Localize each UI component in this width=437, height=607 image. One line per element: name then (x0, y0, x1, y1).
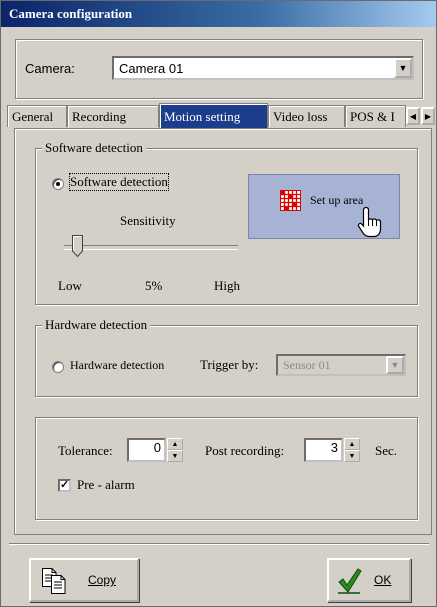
tab-scroll-right-icon[interactable]: ▶ (421, 107, 435, 125)
sensitivity-slider-track[interactable] (64, 245, 238, 250)
ok-button-label: OK (374, 573, 392, 587)
sensitivity-percent: 5% (145, 278, 163, 293)
camera-config-window: Camera configuration Camera: Camera 01 ▼… (0, 0, 437, 607)
tab-scroll-left-icon[interactable]: ◀ (406, 107, 420, 125)
software-detection-label[interactable]: Software detection (69, 173, 169, 191)
seconds-label: Sec. (375, 443, 398, 458)
copy-button-label: Copy (88, 573, 117, 587)
window-title: Camera configuration (1, 1, 436, 27)
checkmark-icon (338, 568, 362, 594)
hand-cursor-icon (357, 206, 382, 238)
pre-alarm-checkbox[interactable]: ✓ (58, 479, 71, 492)
tolerance-spinner[interactable]: ▲ ▼ (167, 438, 183, 462)
trigger-by-label: Trigger by: (200, 357, 259, 372)
post-recording-input[interactable]: 3 (304, 438, 343, 462)
recording-options-group (35, 417, 418, 520)
tab-pos-label: POS & I (350, 109, 395, 124)
set-up-area-button[interactable]: Set up area (248, 174, 400, 239)
copy-button[interactable]: Copy (29, 558, 139, 602)
spin-up-icon[interactable]: ▲ (167, 438, 183, 450)
grid-icon (280, 190, 301, 211)
tolerance-label: Tolerance: (58, 443, 113, 458)
hardware-detection-legend: Hardware detection (42, 317, 151, 333)
chevron-down-icon[interactable]: ▼ (394, 58, 412, 78)
spin-up-icon[interactable]: ▲ (344, 438, 360, 450)
tab-recording[interactable]: Recording (67, 105, 159, 127)
sensitivity-slider-thumb[interactable] (72, 235, 84, 257)
post-recording-spinner[interactable]: ▲ ▼ (344, 438, 360, 462)
button-divider (9, 543, 429, 545)
camera-select-value: Camera 01 (119, 61, 184, 76)
post-recording-label: Post recording: (205, 443, 285, 458)
chevron-down-icon[interactable]: ▼ (386, 356, 404, 374)
tab-general[interactable]: General (7, 105, 67, 127)
trigger-select[interactable]: Sensor 01 ▼ (276, 354, 406, 376)
sensitivity-label: Sensitivity (120, 213, 176, 228)
software-detection-legend: Software detection (42, 140, 146, 156)
tab-video-loss-label: Video loss (273, 109, 328, 124)
set-up-area-label: Set up area (310, 193, 364, 207)
sensitivity-high-label: High (214, 278, 240, 293)
ok-button[interactable]: OK (327, 558, 411, 602)
tab-general-label: General (12, 109, 54, 124)
tab-pos[interactable]: POS & I (345, 105, 406, 127)
spin-down-icon[interactable]: ▼ (167, 450, 183, 462)
camera-select[interactable]: Camera 01 ▼ (112, 56, 414, 80)
tab-video-loss[interactable]: Video loss (268, 105, 345, 127)
hardware-detection-radio[interactable] (52, 361, 64, 373)
tab-motion-setting[interactable]: Motion setting (159, 103, 268, 129)
copy-icon (42, 568, 66, 594)
spin-down-icon[interactable]: ▼ (344, 450, 360, 462)
tab-recording-label: Recording (72, 109, 127, 124)
trigger-select-value: Sensor 01 (283, 358, 331, 372)
tolerance-input[interactable]: 0 (127, 438, 166, 462)
sensitivity-low-label: Low (58, 278, 82, 293)
hardware-detection-label[interactable]: Hardware detection (70, 358, 164, 373)
pre-alarm-label[interactable]: Pre - alarm (77, 477, 135, 493)
tab-motion-setting-label: Motion setting (164, 109, 241, 124)
camera-label: Camera: (25, 61, 75, 76)
software-detection-radio[interactable] (52, 178, 64, 190)
